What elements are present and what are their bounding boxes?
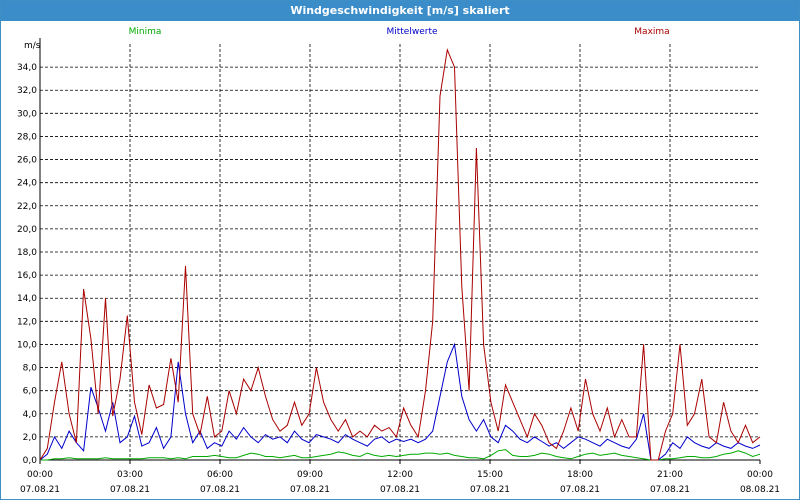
x-tick-date: 07.08.21 [650,485,690,495]
y-tick-label: 14,0 [17,294,37,304]
x-tick-date: 07.08.21 [380,485,420,495]
y-tick-label: 32,0 [17,86,37,96]
y-tick-label: 34,0 [17,63,37,73]
y-tick-label: 24,0 [17,179,37,189]
legend-entry-mittelwerte: Mittelwerte [386,27,437,37]
y-tick-label: 4,0 [23,410,38,420]
x-tick-date: 08.08.21 [740,485,780,495]
y-tick-label: 18,0 [17,248,37,258]
y-tick-label: 16,0 [17,271,37,281]
y-tick-label: 12,0 [17,317,37,327]
x-tick-date: 07.08.21 [470,485,510,495]
y-tick-label: 0,0 [23,456,38,466]
y-tick-label: 22,0 [17,202,37,212]
y-tick-label: 20,0 [17,225,37,235]
x-tick-date: 07.08.21 [560,485,600,495]
y-tick-labels: 0,0 2,0 4,0 6,0 8,0 10,0 12,0 14,0 16,0 18,0 20,0 2… [17,63,37,466]
y-axis-unit: m/s [24,41,41,51]
legend-entry-maxima: Maxima [634,27,669,37]
x-tick-date: 07.08.21 [20,485,60,495]
x-tick-time: 15:00 [477,470,503,480]
y-tick-label: 6,0 [23,387,38,397]
x-tick-time: 18:00 [567,470,593,480]
x-tick-time: 09:00 [297,470,323,480]
x-tick-time: 21:00 [657,470,683,480]
x-tick-time: 00:00 [27,470,53,480]
wind-speed-chart: 0,0 2,0 4,0 6,0 8,0 10,0 12,0 14,0 16,0 18,0 20,0 2… [17,27,780,495]
grid [40,44,760,460]
x-tick-time: 00:00 [747,470,773,480]
x-tick-labels: 00:00 07.08.21 03:00 07.08.21 06:00 07.08.21 0… [20,470,780,495]
y-tick-label: 8,0 [23,364,38,374]
x-tick-date: 07.08.21 [110,485,150,495]
y-tick-label: 26,0 [17,156,37,166]
x-tick-date: 07.08.21 [200,485,240,495]
legend-entry-minima: Minima [129,27,162,37]
x-tick-time: 03:00 [117,470,143,480]
x-tick-time: 12:00 [387,470,413,480]
y-tick-label: 2,0 [23,433,38,443]
x-tick-date: 07.08.21 [290,485,330,495]
y-tick-label: 28,0 [17,132,37,142]
y-tick-label: 30,0 [17,109,37,119]
y-tick-label: 10,0 [17,340,37,350]
x-tick-time: 06:00 [207,470,233,480]
legend: Minima Mittelwerte Maxima [129,27,670,37]
